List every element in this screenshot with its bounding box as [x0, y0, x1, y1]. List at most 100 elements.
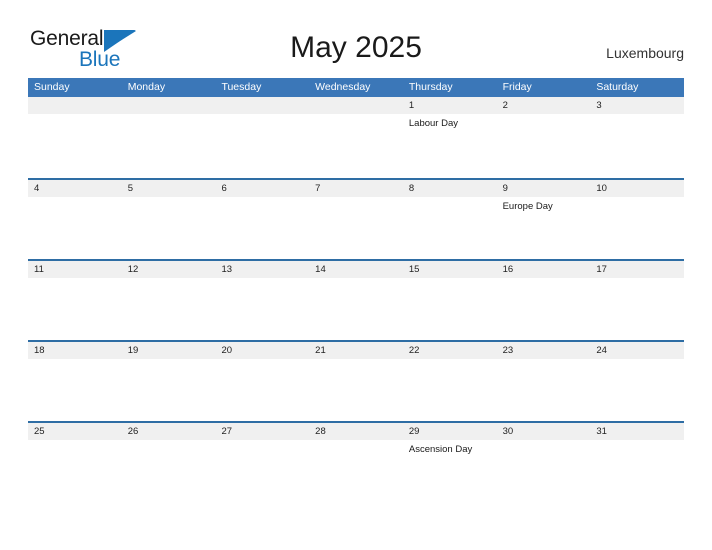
day-events [215, 278, 309, 282]
day-events [590, 278, 684, 282]
calendar-day-cell[interactable]: 23 [496, 342, 591, 421]
calendar-day-cell[interactable]: 7 [309, 180, 403, 259]
day-number [28, 97, 122, 114]
weekday-header-sunday: Sunday [34, 81, 70, 93]
calendar-grid: Sunday Monday Tuesday Wednesday Thursday Frid… [28, 78, 685, 502]
day-events [309, 440, 403, 444]
calendar-day-cell-empty [28, 97, 122, 178]
calendar-day-cell-empty [309, 97, 403, 178]
day-number: 22 [402, 342, 497, 359]
day-number: 14 [309, 261, 403, 278]
calendar-day-cell[interactable]: 16 [496, 261, 591, 340]
day-events [215, 197, 309, 201]
day-events [590, 359, 684, 363]
day-events [215, 440, 309, 444]
calendar-day-cell[interactable]: 8 [402, 180, 497, 259]
day-number [215, 97, 310, 114]
day-number: 30 [496, 423, 591, 440]
day-events [122, 197, 216, 201]
day-number: 27 [215, 423, 310, 440]
weekday-header-tuesday: Tuesday [221, 81, 262, 93]
day-number: 8 [402, 180, 497, 197]
calendar-day-cell[interactable]: 22 [402, 342, 497, 421]
calendar-day-cell[interactable]: 19 [121, 342, 216, 421]
day-number: 29 [402, 423, 497, 440]
day-number: 5 [121, 180, 216, 197]
day-number: 21 [309, 342, 403, 359]
calendar-day-cell[interactable]: 31 [590, 423, 685, 502]
calendar-day-cell[interactable]: 12 [121, 261, 216, 340]
calendar-day-cell[interactable]: 2 [496, 97, 591, 178]
day-number: 26 [121, 423, 216, 440]
calendar-day-cell[interactable]: 17 [590, 261, 685, 340]
day-events [497, 440, 591, 444]
calendar-day-cell[interactable]: 26 [121, 423, 216, 502]
day-number: 9 [496, 180, 591, 197]
calendar-day-cell[interactable]: 30 [496, 423, 591, 502]
calendar-day-cell[interactable]: 9 Europe Day [496, 180, 591, 259]
day-number: 16 [496, 261, 591, 278]
day-events [28, 197, 122, 201]
calendar-day-cell[interactable]: 3 [590, 97, 685, 178]
day-events: Labour Day [403, 114, 497, 130]
day-events [122, 278, 216, 282]
calendar-day-cell[interactable]: 14 [309, 261, 403, 340]
day-events [28, 440, 122, 444]
day-events [309, 114, 403, 118]
calendar-day-cell[interactable]: 13 [215, 261, 310, 340]
day-number: 31 [590, 423, 685, 440]
day-number: 23 [496, 342, 591, 359]
calendar-day-cell-empty [121, 97, 216, 178]
calendar-weeks: 1 Labour Day 2 3 4 5 6 7 8 9 Europe Day 10 11 12 13 14 1… [28, 97, 685, 502]
calendar-day-cell[interactable]: 11 [28, 261, 122, 340]
day-number [309, 97, 403, 114]
day-number: 15 [402, 261, 497, 278]
weekday-header-thursday: Thursday [408, 81, 453, 93]
day-events [497, 114, 591, 118]
calendar-day-cell[interactable]: 4 [28, 180, 122, 259]
day-events [497, 278, 591, 282]
calendar-day-cell[interactable]: 29 Ascension Day [402, 423, 497, 502]
day-number [121, 97, 216, 114]
calendar-day-cell[interactable]: 24 [590, 342, 685, 421]
calendar-day-cell[interactable]: 18 [28, 342, 122, 421]
day-events [28, 114, 122, 118]
day-number: 10 [590, 180, 685, 197]
calendar-day-cell[interactable]: 27 [215, 423, 310, 502]
day-events [309, 197, 403, 201]
day-number: 20 [215, 342, 310, 359]
day-events [28, 359, 122, 363]
holiday-event: Europe Day [502, 201, 553, 212]
day-number: 24 [590, 342, 685, 359]
day-events [403, 197, 497, 201]
calendar-day-cell[interactable]: 1 Labour Day [402, 97, 497, 178]
calendar-week-row: 11 12 13 14 15 16 17 [28, 259, 685, 340]
day-events [122, 440, 216, 444]
calendar-day-cell-empty [215, 97, 310, 178]
calendar-day-cell[interactable]: 5 [121, 180, 216, 259]
day-number: 25 [28, 423, 122, 440]
calendar-day-cell[interactable]: 15 [402, 261, 497, 340]
calendar-day-cell[interactable]: 21 [309, 342, 403, 421]
calendar-day-cell[interactable]: 25 [28, 423, 122, 502]
day-events [403, 278, 497, 282]
day-events [590, 197, 684, 201]
day-events [497, 359, 591, 363]
day-events [215, 359, 309, 363]
day-number: 7 [309, 180, 403, 197]
calendar-day-cell[interactable]: 28 [309, 423, 403, 502]
calendar-week-row: 25 26 27 28 29 Ascension Day 30 31 [28, 421, 685, 502]
calendar-day-cell[interactable]: 20 [215, 342, 310, 421]
day-number: 4 [28, 180, 122, 197]
calendar-week-row: 1 Labour Day 2 3 [28, 97, 685, 178]
calendar-day-cell[interactable]: 10 [590, 180, 685, 259]
day-events [215, 114, 309, 118]
day-events [309, 278, 403, 282]
day-number: 17 [590, 261, 685, 278]
day-events: Ascension Day [403, 440, 497, 456]
day-events [28, 278, 122, 282]
day-number: 11 [28, 261, 122, 278]
calendar-day-cell[interactable]: 6 [215, 180, 310, 259]
day-number: 2 [496, 97, 591, 114]
day-events: Europe Day [497, 197, 591, 213]
